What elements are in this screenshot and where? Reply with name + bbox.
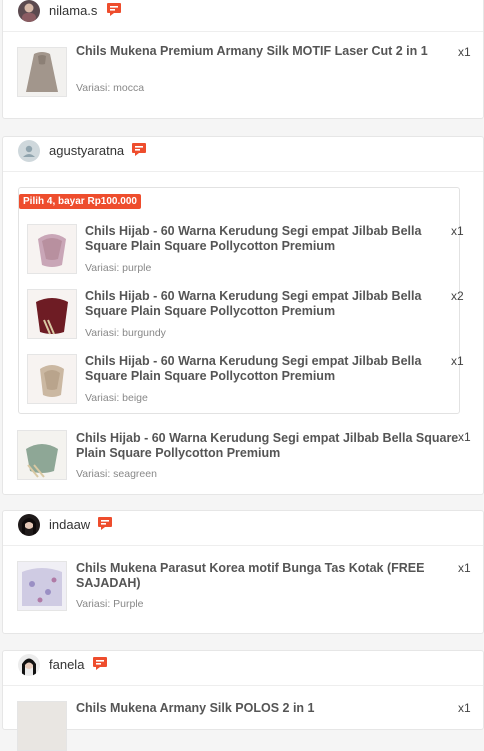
product-variant: Variasi: purple [85,262,152,274]
order-card: fanela Chils Mukena Armany Silk POLOS 2 … [2,650,484,751]
list-item[interactable]: Chils Hijab - 60 Warna Kerudung Segi emp… [27,289,464,341]
list-item[interactable]: Chils Hijab - 60 Warna Kerudung Segi emp… [17,430,477,482]
avatar[interactable] [18,0,40,22]
username[interactable]: indaaw [49,517,90,532]
product-quantity: x1 [451,354,464,368]
product-quantity: x1 [458,45,471,59]
product-title[interactable]: Chils Mukena Parasut Korea motif Bunga T… [76,561,454,591]
username[interactable]: agustyaratna [49,143,124,158]
chat-bubble-icon[interactable] [131,142,147,162]
product-quantity: x1 [458,430,471,444]
product-thumbnail[interactable] [27,224,77,274]
order-card: nilama.s Chils Mukena Premium Armany Sil… [2,0,484,119]
avatar[interactable] [18,654,40,676]
order-card-header: agustyaratna [3,137,483,172]
product-quantity: x2 [451,289,464,303]
promo-badge[interactable]: Pilih 4, bayar Rp100.000 [19,194,141,209]
product-thumbnail[interactable] [17,47,67,97]
product-title[interactable]: Chils Hijab - 60 Warna Kerudung Segi emp… [85,289,447,319]
product-variant: Variasi: beige [85,392,148,404]
list-item[interactable]: Chils Mukena Premium Armany Silk MOTIF L… [17,44,477,99]
product-quantity: x1 [451,224,464,238]
avatar[interactable] [18,514,40,536]
list-item[interactable]: Chils Mukena Armany Silk POLOS 2 in 1 x1 [17,701,477,751]
avatar[interactable] [18,140,40,162]
list-item[interactable]: Chils Hijab - 60 Warna Kerudung Segi emp… [27,354,464,406]
product-thumbnail[interactable] [17,701,67,751]
product-variant: Variasi: burgundy [85,327,166,339]
product-thumbnail[interactable] [27,289,77,339]
chat-bubble-icon[interactable] [92,656,108,676]
order-card: agustyaratna Pilih 4, bayar Rp100.000 Ch… [2,136,484,495]
product-quantity: x1 [458,561,471,575]
product-title[interactable]: Chils Hijab - 60 Warna Kerudung Segi emp… [85,224,447,254]
chat-bubble-icon[interactable] [106,2,122,22]
order-card: indaaw Chils Mukena Parasut Korea motif … [2,510,484,634]
product-title[interactable]: Chils Hijab - 60 Warna Kerudung Segi emp… [76,431,460,461]
product-title[interactable]: Chils Hijab - 60 Warna Kerudung Segi emp… [85,354,447,384]
user-silhouette-icon [18,140,40,162]
product-variant: Variasi: Purple [76,598,144,610]
product-variant: Variasi: seagreen [76,468,157,480]
order-card-header: indaaw [3,511,483,546]
product-thumbnail[interactable] [17,561,67,611]
product-quantity: x1 [458,701,471,715]
username[interactable]: nilama.s [49,3,97,18]
username[interactable]: fanela [49,657,84,672]
product-title[interactable]: Chils Mukena Premium Armany Silk MOTIF L… [76,44,456,59]
product-thumbnail[interactable] [27,354,77,404]
chat-bubble-icon[interactable] [97,516,113,536]
promo-bundle: Pilih 4, bayar Rp100.000 Chils Hijab - 6… [18,187,464,414]
list-item[interactable]: Chils Hijab - 60 Warna Kerudung Segi emp… [27,224,464,276]
product-thumbnail[interactable] [17,430,67,480]
product-variant: Variasi: mocca [76,82,145,94]
order-card-header: nilama.s [3,0,483,32]
order-card-header: fanela [3,651,483,686]
list-item[interactable]: Chils Mukena Parasut Korea motif Bunga T… [17,561,477,613]
